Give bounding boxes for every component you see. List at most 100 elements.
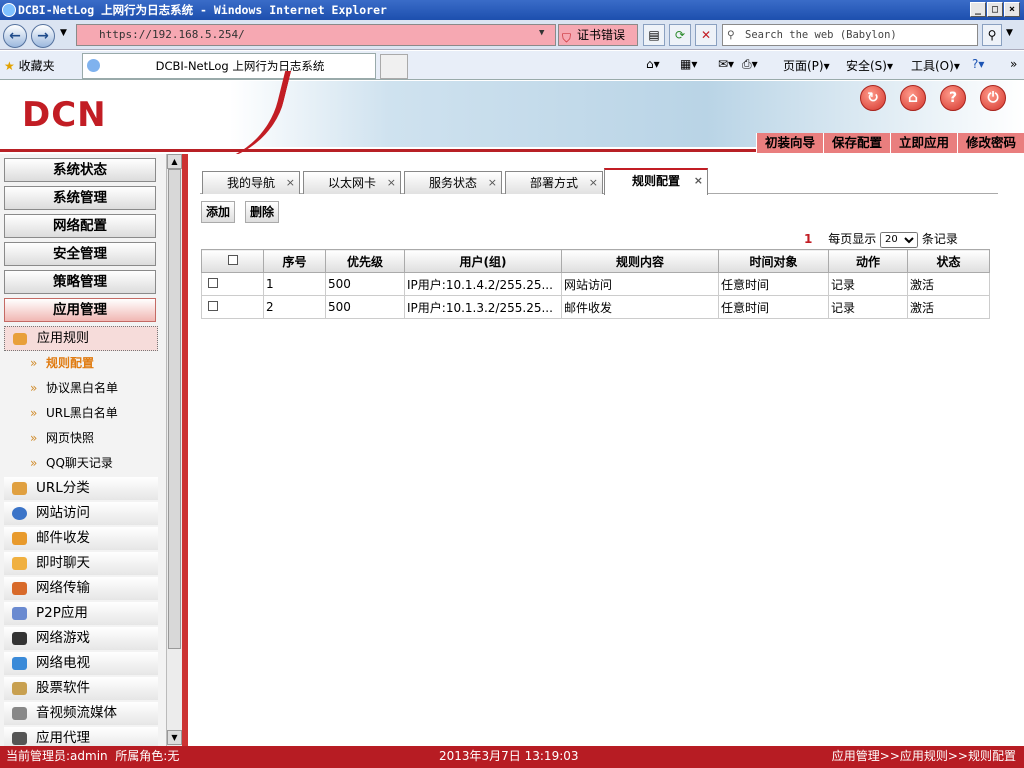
sidebar-item-email[interactable]: 邮件收发 <box>4 527 158 550</box>
category-label: 邮件收发 <box>36 530 90 546</box>
sidebar-group-system-status[interactable]: 系统状态 <box>4 158 156 182</box>
close-icon[interactable]: × <box>694 170 703 192</box>
column-header[interactable]: 序号 <box>263 249 326 273</box>
sidebar-item-rule-config[interactable]: » 规则配置 <box>4 351 158 375</box>
admin-info: 当前管理员:admin 所属角色:无 <box>6 749 180 763</box>
help-icon[interactable]: ? <box>940 85 966 111</box>
tab-rule-config[interactable]: 规则配置 × <box>604 168 708 195</box>
favorites-button[interactable]: ★ 收藏夹 <box>4 57 55 74</box>
sidebar-item-stock[interactable]: 股票软件 <box>4 677 158 700</box>
row-checkbox[interactable] <box>208 278 218 288</box>
ie-icon <box>2 3 16 17</box>
tab-label: 部署方式 <box>529 176 578 190</box>
logout-icon[interactable]: ⏻ <box>980 85 1006 111</box>
help-icon[interactable]: ?▾ <box>972 57 984 71</box>
close-icon[interactable]: × <box>387 172 396 194</box>
sidebar-group-policy[interactable]: 策略管理 <box>4 270 156 294</box>
tab-ethernet[interactable]: 以太网卡 × <box>303 171 401 194</box>
select-all-checkbox[interactable] <box>227 255 238 265</box>
shield-icon: ⛉ <box>562 31 572 45</box>
print-icon[interactable]: ⎙▾ <box>742 57 758 72</box>
refresh-icon[interactable]: ⟳ <box>669 24 691 46</box>
sidebar-item-url-list[interactable]: » URL黑白名单 <box>4 401 158 425</box>
tab-my-navigation[interactable]: 我的导航 × <box>202 171 300 194</box>
column-header[interactable]: 动作 <box>828 249 908 273</box>
close-icon[interactable]: × <box>488 172 497 194</box>
sidebar-item-web-snapshot[interactable]: » 网页快照 <box>4 426 158 450</box>
close-window-button[interactable]: × <box>1004 2 1020 17</box>
mail-icon[interactable]: ✉▾ <box>718 57 734 71</box>
sidebar-item-proxy[interactable]: 应用代理 <box>4 727 158 746</box>
chevron-right-icon[interactable]: » <box>1010 57 1017 71</box>
refresh-icon[interactable]: ↻ <box>860 85 886 111</box>
stock-icon <box>12 682 27 695</box>
sidebar-item-web-access[interactable]: 网站访问 <box>4 502 158 525</box>
row-checkbox[interactable] <box>208 301 218 311</box>
scroll-down-icon[interactable]: ▼ <box>167 730 182 745</box>
scroll-thumb[interactable] <box>168 169 181 649</box>
close-icon[interactable]: × <box>589 172 598 194</box>
tools-menu[interactable]: 工具(O)▾ <box>911 57 960 74</box>
table-row[interactable]: 1 500 IP用户:10.1.4.2/255.25... 网站访问 任意时间 … <box>201 272 990 296</box>
search-options-icon[interactable]: ▼ <box>1006 28 1013 38</box>
sidebar-scrollbar[interactable]: ▲ ▼ <box>166 154 182 746</box>
home-icon[interactable]: ⌂▾ <box>646 57 660 71</box>
close-icon[interactable]: × <box>286 172 295 194</box>
search-input[interactable]: ⚲ Search the web (Babylon) <box>722 24 978 46</box>
page-menu[interactable]: 页面(P)▾ <box>783 57 830 74</box>
forward-icon[interactable]: → <box>31 24 55 48</box>
sidebar-item-qq-chat[interactable]: » QQ聊天记录 <box>4 451 158 475</box>
navigation-bar: ← → ▼ https://192.168.5.254/ ▼ ⛉ 证书错误 ▤ … <box>0 20 1024 50</box>
sidebar-item-transfer[interactable]: 网络传输 <box>4 577 158 600</box>
address-bar[interactable]: https://192.168.5.254/ ▼ <box>76 24 556 46</box>
stop-icon[interactable]: ✕ <box>695 24 717 46</box>
column-header[interactable]: 时间对象 <box>718 249 829 273</box>
certificate-error-button[interactable]: ⛉ 证书错误 <box>558 24 638 46</box>
maximize-button[interactable]: □ <box>987 2 1003 17</box>
per-page-select[interactable]: 20 <box>880 231 919 248</box>
category-label: 网络电视 <box>36 655 90 671</box>
column-header[interactable]: 用户(组) <box>404 249 562 273</box>
sidebar-section-app-rules[interactable]: 应用规则 <box>4 326 158 351</box>
column-header[interactable]: 优先级 <box>325 249 405 273</box>
sidebar-item-games[interactable]: 网络游戏 <box>4 627 158 650</box>
tab-deployment[interactable]: 部署方式 × <box>505 171 603 194</box>
feeds-icon[interactable]: ▦▾ <box>680 57 697 71</box>
column-header[interactable]: 状态 <box>907 249 990 273</box>
sidebar-item-im[interactable]: 即时聊天 <box>4 552 158 575</box>
table-cell: 2 <box>263 295 326 319</box>
setup-wizard-link[interactable]: 初装向导 <box>755 133 823 153</box>
delete-button[interactable]: 删除 <box>245 201 280 223</box>
app-rules-icon <box>13 333 27 345</box>
table-cell: 网站访问 <box>561 272 719 296</box>
sidebar-group-security[interactable]: 安全管理 <box>4 242 156 266</box>
minimize-button[interactable]: _ <box>970 2 986 17</box>
apply-now-link[interactable]: 立即应用 <box>889 133 957 153</box>
safety-menu[interactable]: 安全(S)▾ <box>846 57 893 74</box>
add-button[interactable]: 添加 <box>201 201 236 223</box>
back-icon[interactable]: ← <box>3 24 27 48</box>
history-dropdown-icon[interactable]: ▼ <box>60 28 67 38</box>
sidebar-group-network-config[interactable]: 网络配置 <box>4 214 156 238</box>
compatibility-icon[interactable]: ▤ <box>643 24 665 46</box>
sidebar-item-protocol-list[interactable]: » 协议黑白名单 <box>4 376 158 400</box>
sidebar-item-p2p[interactable]: P2P应用 <box>4 602 158 625</box>
sidebar-group-system-management[interactable]: 系统管理 <box>4 186 156 210</box>
search-go-icon[interactable]: ⚲ <box>982 24 1002 46</box>
home-icon[interactable]: ⌂ <box>900 85 926 111</box>
table-row[interactable]: 2 500 IP用户:10.1.3.2/255.25... 邮件收发 任意时间 … <box>201 295 990 319</box>
page-number[interactable]: 1 <box>804 232 812 246</box>
category-label: P2P应用 <box>36 605 88 621</box>
address-dropdown-icon[interactable]: ▼ <box>539 28 544 38</box>
sidebar-item-url-category[interactable]: URL分类 <box>4 477 158 500</box>
save-config-link[interactable]: 保存配置 <box>822 133 890 153</box>
column-header[interactable]: 规则内容 <box>561 249 719 273</box>
new-tab-button[interactable] <box>380 54 408 79</box>
sidebar-group-app-management[interactable]: 应用管理 <box>4 298 156 322</box>
sidebar-item-streaming[interactable]: 音视频流媒体 <box>4 702 158 725</box>
change-password-link[interactable]: 修改密码 <box>956 133 1024 153</box>
scroll-up-icon[interactable]: ▲ <box>167 154 182 169</box>
tab-service-status[interactable]: 服务状态 × <box>404 171 502 194</box>
header-swoosh <box>198 71 292 161</box>
sidebar-item-net-tv[interactable]: 网络电视 <box>4 652 158 675</box>
